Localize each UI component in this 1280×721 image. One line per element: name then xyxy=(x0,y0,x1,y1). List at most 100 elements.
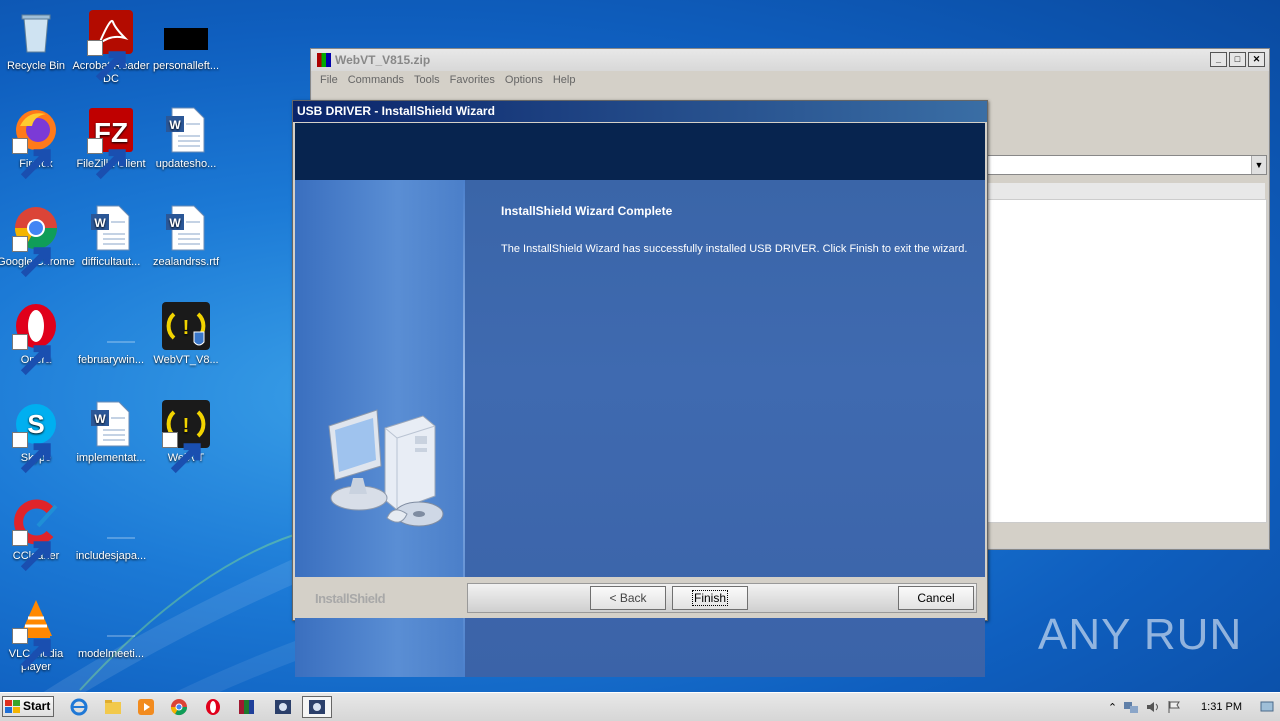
menu-tools[interactable]: Tools xyxy=(409,74,445,86)
desktop-icon-opera[interactable]: Opera xyxy=(0,302,76,376)
menu-commands[interactable]: Commands xyxy=(343,74,409,86)
vlc-icon xyxy=(12,596,60,670)
webvt-warning-icon: ! xyxy=(162,302,210,350)
recycle-bin-icon xyxy=(12,8,60,56)
shortcut-arrow-icon xyxy=(87,40,126,82)
clock[interactable]: 1:31 PM xyxy=(1201,701,1242,713)
window-controls: _ □ ✕ xyxy=(1210,52,1265,67)
winrar-address-bar[interactable]: ▼ xyxy=(987,155,1267,175)
dialog-footer: InstallShield < Back Finish Cancel xyxy=(295,577,985,618)
desktop-icon-blank-file-3[interactable]: modelmeeti... xyxy=(71,596,151,661)
dialog-message: The InstallShield Wizard has successfull… xyxy=(501,243,968,255)
shortcut-arrow-icon xyxy=(87,138,126,180)
anyrun-watermark: ANY RUN xyxy=(1038,610,1242,660)
svg-text:W: W xyxy=(94,216,106,230)
speaker-icon[interactable] xyxy=(1145,700,1161,714)
desktop-icon-webvt-installer[interactable]: ! WebVT_V8... xyxy=(146,302,226,367)
dialog-titlebar[interactable]: USB DRIVER - InstallShield Wizard xyxy=(293,101,987,122)
start-label: Start xyxy=(23,699,51,713)
filezilla-icon: FZ xyxy=(87,106,135,180)
desktop-icon-label: implementat... xyxy=(76,452,146,464)
taskbar-installer-icon[interactable] xyxy=(270,696,296,718)
system-tray: ⌃ 1:31 PM xyxy=(1108,696,1280,718)
shortcut-arrow-icon xyxy=(12,334,51,376)
installshield-dialog[interactable]: USB DRIVER - InstallShield Wizard Instal… xyxy=(292,100,988,677)
back-button[interactable]: < Back xyxy=(590,586,666,610)
chevron-up-icon[interactable]: ⌃ xyxy=(1108,701,1117,714)
desktop-icon-label: personalleft... xyxy=(152,60,220,72)
winrar-menubar: File Commands Tools Favorites Options He… xyxy=(311,71,1269,89)
start-button[interactable]: Start xyxy=(2,696,54,717)
desktop-icon-webvt[interactable]: ! WebVT xyxy=(146,400,226,474)
winrar-title: WebVT_V815.zip xyxy=(335,53,431,67)
menu-file[interactable]: File xyxy=(315,74,343,86)
minimize-icon[interactable]: _ xyxy=(1210,52,1227,67)
taskbar-installshield-icon[interactable] xyxy=(302,696,332,718)
flag-icon[interactable] xyxy=(1167,700,1181,714)
desktop-icon-chrome[interactable]: Google Chrome xyxy=(0,204,76,278)
computer-setup-icon xyxy=(328,409,444,527)
word-document-icon: W xyxy=(87,400,135,448)
taskbar-media-player-icon[interactable] xyxy=(133,696,159,718)
svg-text:W: W xyxy=(169,216,181,230)
desktop-icon-vlc[interactable]: VLC media player xyxy=(0,596,76,674)
watermark-text: ANY RUN xyxy=(1038,610,1243,659)
desktop-icon-word-doc-4[interactable]: W zealandrss.rtf xyxy=(146,204,226,269)
cancel-button[interactable]: Cancel xyxy=(898,586,974,610)
shortcut-arrow-icon xyxy=(12,236,51,278)
winrar-app-icon xyxy=(317,53,331,67)
blank-file-icon xyxy=(87,596,135,644)
winrar-list-header xyxy=(987,183,1265,200)
desktop-icon-label: zealandrss.rtf xyxy=(152,256,220,268)
show-desktop-icon[interactable] xyxy=(1260,700,1274,714)
svg-text:W: W xyxy=(169,118,181,132)
desktop-icon-skype[interactable]: S Skype xyxy=(0,400,76,474)
black-file-icon xyxy=(162,8,210,56)
desktop-icon-label: februarywin... xyxy=(77,354,145,366)
menu-favorites[interactable]: Favorites xyxy=(445,74,500,86)
opera-icon xyxy=(12,302,60,376)
taskbar-winrar-icon[interactable] xyxy=(234,696,260,718)
shortcut-arrow-icon xyxy=(12,530,51,572)
finish-button-label: Finish xyxy=(691,590,729,606)
taskbar-opera-icon[interactable] xyxy=(200,696,226,718)
desktop-icon-firefox[interactable]: Firefox xyxy=(0,106,76,180)
blank-file-icon xyxy=(87,498,135,546)
skype-icon: S xyxy=(12,400,60,474)
svg-text:W: W xyxy=(94,412,106,426)
desktop-icon-label: updatesho... xyxy=(155,158,217,170)
desktop-icon-label: WebVT_V8... xyxy=(153,354,219,366)
desktop-icon-acrobat[interactable]: Acrobat Reader DC xyxy=(71,8,151,86)
acrobat-icon xyxy=(87,8,135,82)
dialog-banner xyxy=(295,123,985,180)
menu-options[interactable]: Options xyxy=(500,74,548,86)
desktop-icon-ccleaner[interactable]: CCleaner xyxy=(0,498,76,572)
installshield-brand: InstallShield xyxy=(315,591,386,606)
desktop-icon-word-doc[interactable]: W difficultaut... xyxy=(71,204,151,269)
desktop-icon-label: difficultaut... xyxy=(81,256,141,268)
blank-file-icon xyxy=(87,302,135,350)
desktop-icon-blank-file-2[interactable]: includesjapa... xyxy=(71,498,151,563)
desktop-icon-word-doc-2[interactable]: W implementat... xyxy=(71,400,151,465)
finish-button[interactable]: Finish xyxy=(672,586,748,610)
taskbar-explorer-icon[interactable] xyxy=(100,696,126,718)
taskbar-chrome-icon[interactable] xyxy=(166,696,192,718)
menu-help[interactable]: Help xyxy=(548,74,581,86)
shortcut-arrow-icon xyxy=(12,138,51,180)
desktop-icon-filezilla[interactable]: FZ FileZilla Client xyxy=(71,106,151,180)
desktop-icon-recycle-bin[interactable]: Recycle Bin xyxy=(0,8,76,73)
button-bar: < Back Finish Cancel xyxy=(467,583,977,613)
winrar-statusbar xyxy=(987,527,1265,545)
network-icon[interactable] xyxy=(1123,700,1139,714)
shortcut-arrow-icon xyxy=(12,628,51,670)
close-icon[interactable]: ✕ xyxy=(1248,52,1265,67)
maximize-icon[interactable]: □ xyxy=(1229,52,1246,67)
desktop-icon-word-doc-3[interactable]: W updatesho... xyxy=(146,106,226,171)
taskbar-ie-icon[interactable] xyxy=(66,696,92,718)
winrar-titlebar[interactable]: WebVT_V815.zip _ □ ✕ xyxy=(311,49,1269,71)
chevron-down-icon[interactable]: ▼ xyxy=(1251,156,1266,174)
desktop-icon-blank-file[interactable]: februarywin... xyxy=(71,302,151,367)
desktop-icon-black-file[interactable]: personalleft... xyxy=(146,8,226,73)
chrome-icon xyxy=(12,204,60,278)
winrar-file-list[interactable] xyxy=(987,199,1267,523)
